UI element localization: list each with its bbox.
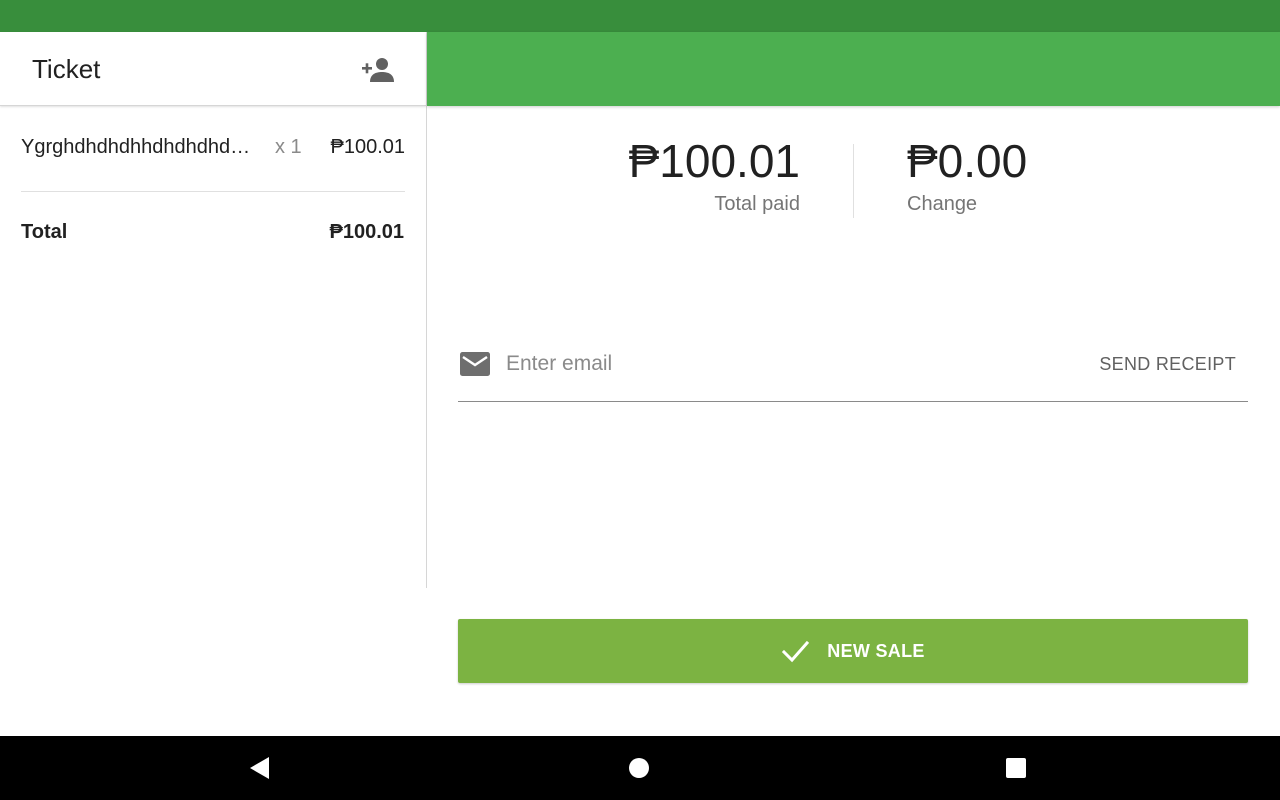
recents-button[interactable]	[996, 752, 1036, 784]
home-circle-icon	[629, 758, 649, 778]
panel-separator	[426, 32, 427, 588]
status-bar	[0, 0, 1280, 32]
add-customer-button[interactable]	[356, 50, 400, 90]
back-triangle-icon	[250, 757, 269, 779]
home-button[interactable]	[619, 752, 659, 784]
ticket-divider	[21, 191, 405, 192]
ticket-panel: Ticket Ygrghdhdhdhhdhdhdhd… x 1 ₱100.01 …	[0, 32, 426, 736]
send-receipt-button[interactable]: SEND RECEIPT	[1087, 342, 1248, 386]
total-paid-label: Total paid	[714, 193, 800, 215]
new-sale-button[interactable]: NEW SALE	[458, 619, 1248, 683]
email-input[interactable]	[506, 348, 1086, 380]
ticket-title: Ticket	[32, 54, 101, 84]
person-add-icon	[362, 58, 394, 82]
navigation-bar	[0, 736, 1280, 800]
mail-icon	[460, 352, 490, 376]
change-label: Change	[907, 193, 978, 215]
item-name: Ygrghdhdhdhhdhdhdhd…	[21, 136, 251, 158]
recents-square-icon	[1006, 758, 1026, 778]
item-quantity: x 1	[275, 136, 302, 158]
total-paid-amount: ₱100.01	[628, 135, 800, 187]
change-amount: ₱0.00	[907, 135, 1028, 187]
check-icon	[782, 640, 810, 663]
item-price: ₱100.01	[330, 136, 405, 158]
back-button[interactable]	[240, 752, 280, 784]
ticket-item-row[interactable]: Ygrghdhdhdhhdhdhdhd… x 1 ₱100.01	[21, 136, 405, 172]
summary-separator	[853, 144, 854, 218]
total-value: ₱100.01	[329, 221, 404, 243]
total-label: Total	[21, 221, 68, 243]
email-receipt-row: SEND RECEIPT	[458, 336, 1248, 402]
ticket-header: Ticket	[0, 32, 426, 106]
payment-header	[427, 32, 1280, 106]
new-sale-label: NEW SALE	[827, 640, 925, 661]
